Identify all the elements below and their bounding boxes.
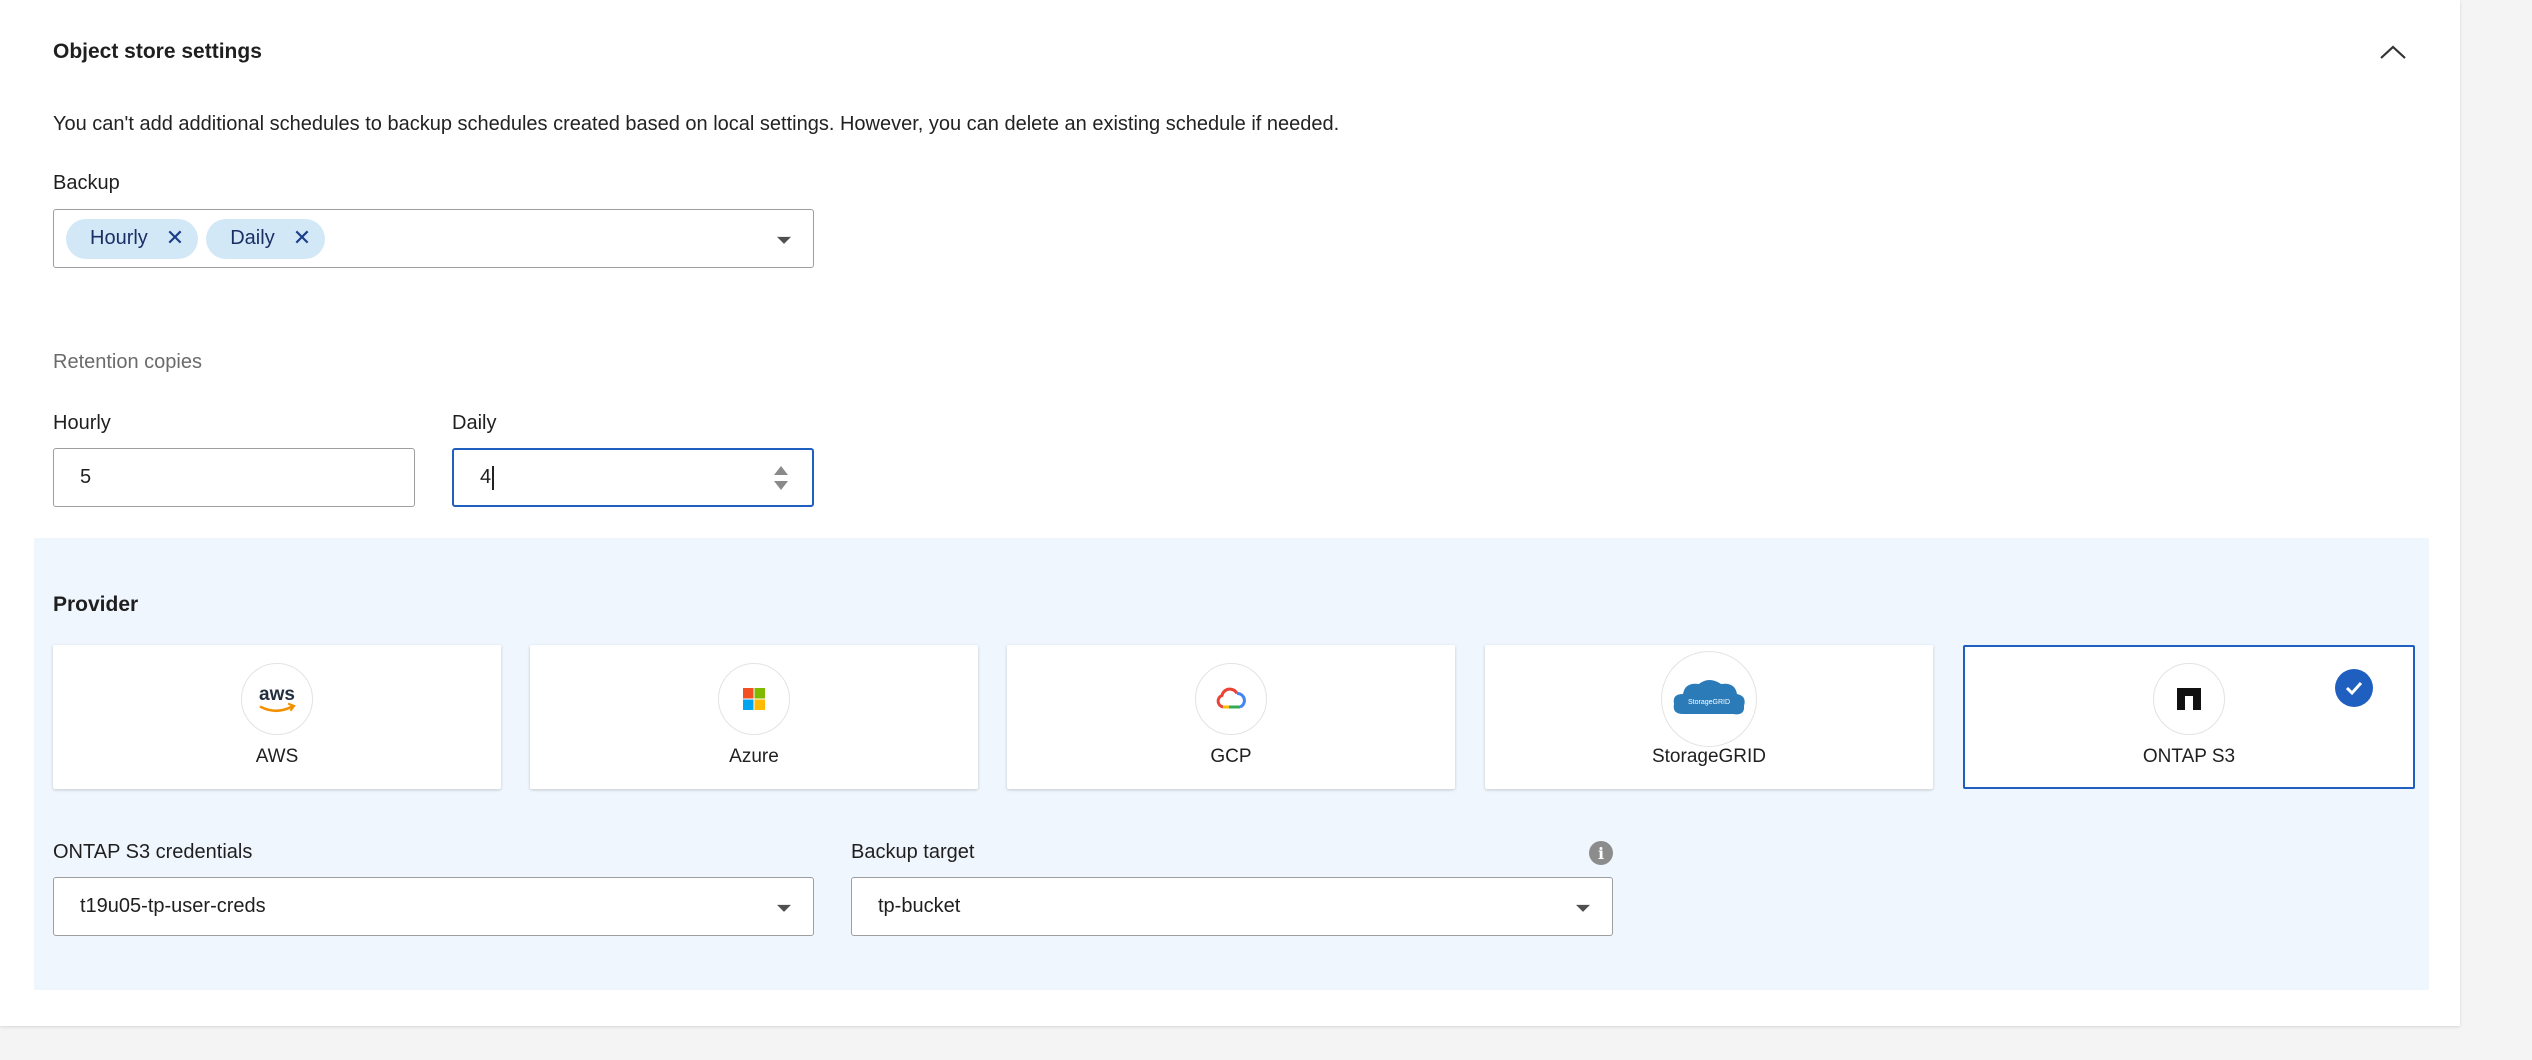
dropdown-caret-icon: [777, 904, 791, 912]
backup-target-select[interactable]: tp-bucket: [851, 877, 1613, 936]
daily-retention-input[interactable]: 4: [452, 448, 814, 507]
backup-target-value: tp-bucket: [878, 895, 961, 917]
provider-label: GCP: [1210, 746, 1252, 767]
provider-card-aws[interactable]: aws AWS: [53, 645, 501, 789]
spin-up-icon[interactable]: [774, 465, 788, 475]
backup-label: Backup: [53, 172, 120, 194]
provider-card-gcp[interactable]: GCP: [1007, 645, 1455, 789]
backup-target-label: Backup target: [851, 841, 975, 863]
number-spinner[interactable]: [774, 465, 788, 490]
provider-card-storagegrid[interactable]: StorageGRID StorageGRID: [1485, 645, 1933, 789]
daily-retention-value: 4: [480, 466, 492, 488]
chip-label: Hourly: [90, 227, 148, 249]
chip-label: Daily: [230, 227, 275, 249]
credentials-select[interactable]: t19u05-tp-user-creds: [53, 877, 814, 936]
credentials-label: ONTAP S3 credentials: [53, 841, 253, 863]
hourly-retention-value: 5: [80, 466, 92, 488]
collapse-button[interactable]: [2372, 34, 2414, 70]
provider-label: ONTAP S3: [2142, 746, 2236, 767]
aws-logo-icon: aws: [241, 663, 313, 735]
daily-retention-label: Daily: [452, 412, 497, 434]
provider-label: StorageGRID: [1651, 746, 1767, 767]
provider-label: Azure: [729, 746, 779, 767]
remove-hourly-icon[interactable]: ✕: [166, 227, 184, 250]
dropdown-caret-icon: [777, 236, 791, 244]
storagegrid-logo-icon: StorageGRID: [1661, 651, 1757, 747]
chip-daily: Daily ✕: [206, 218, 326, 259]
credentials-value: t19u05-tp-user-creds: [80, 895, 266, 917]
schedule-info-text: You can't add additional schedules to ba…: [53, 113, 1340, 135]
azure-logo-icon: [718, 663, 790, 735]
info-icon[interactable]: i: [1589, 841, 1613, 865]
remove-daily-icon[interactable]: ✕: [293, 227, 311, 250]
ontap-logo-icon: [2153, 663, 2225, 735]
text-cursor: [492, 465, 494, 490]
selected-check-icon: [2335, 669, 2373, 707]
hourly-retention-input[interactable]: 5: [53, 448, 415, 507]
storagegrid-logo-text: StorageGRID: [1688, 699, 1730, 706]
provider-card-azure[interactable]: Azure: [530, 645, 978, 789]
dropdown-caret-icon: [1576, 904, 1590, 912]
spin-down-icon[interactable]: [774, 480, 788, 490]
provider-label: AWS: [255, 746, 299, 767]
provider-card-ontap-s3[interactable]: ONTAP S3: [1963, 645, 2415, 789]
chip-hourly: Hourly ✕: [66, 218, 199, 259]
section-title: Object store settings: [53, 40, 262, 63]
hourly-retention-label: Hourly: [53, 412, 111, 434]
retention-copies-label: Retention copies: [53, 351, 202, 373]
chevron-up-icon: [2380, 45, 2406, 59]
backup-schedule-select[interactable]: Hourly ✕ Daily ✕: [53, 209, 814, 268]
aws-logo-text: aws: [259, 684, 295, 705]
provider-title: Provider: [53, 593, 139, 616]
object-store-settings-panel: Object store settings You can't add addi…: [0, 0, 2460, 1026]
gcp-logo-icon: [1195, 663, 1267, 735]
